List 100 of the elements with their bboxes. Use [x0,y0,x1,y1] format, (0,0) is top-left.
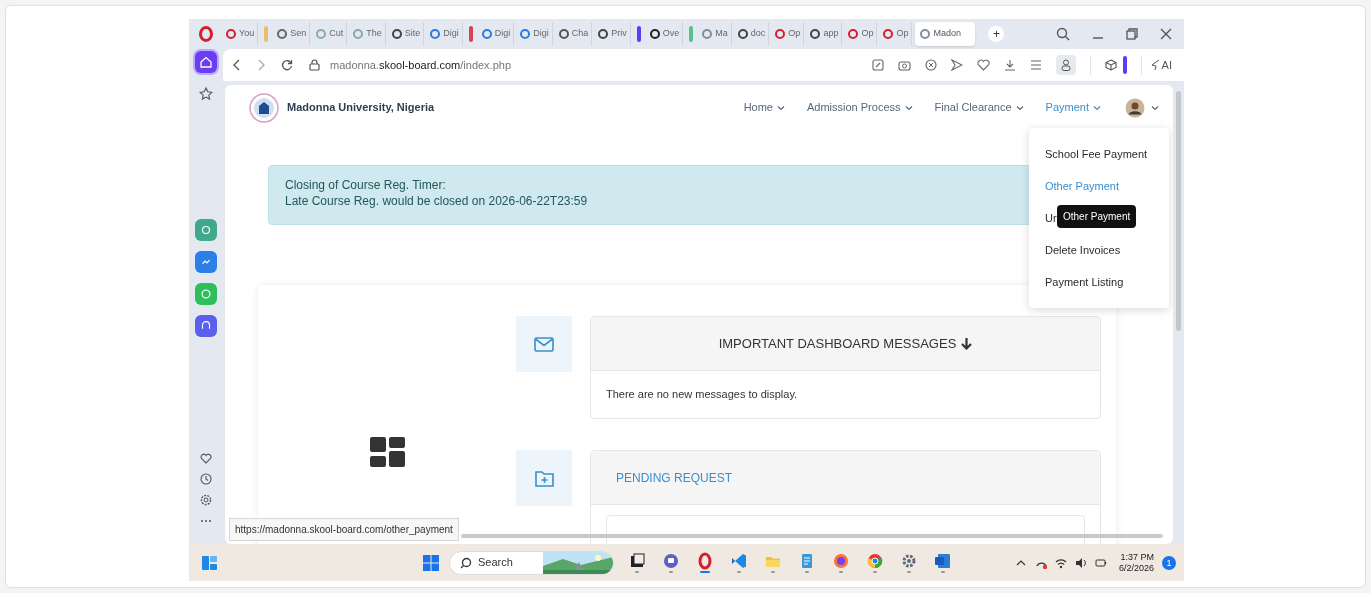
browser-tab[interactable]: Digi [517,22,553,46]
favicon-icon [702,29,713,39]
dropdown-item[interactable]: Payment Listing [1045,266,1124,298]
browser-tab[interactable]: Op [880,22,913,46]
browser-tab[interactable]: Madon [915,22,976,46]
volume-icon[interactable] [1074,556,1087,569]
favicon-icon [481,29,492,39]
tab-group-marker[interactable] [689,26,694,42]
cube-icon[interactable] [1104,59,1117,71]
profile-button[interactable] [1055,55,1076,75]
start-icon[interactable] [423,554,439,571]
panel-title: PENDING REQUEST [616,469,732,487]
task-view-icon[interactable] [628,552,646,570]
back-icon[interactable] [233,59,241,71]
browser-tab[interactable]: Digi [478,22,515,46]
tab-group-marker[interactable] [468,26,473,42]
clock-icon[interactable] [200,473,212,485]
browser-tab[interactable]: Site [388,22,425,46]
opera-logo[interactable] [199,26,213,42]
status-url: https://madonna.skool-board.com/other_payment [229,518,459,541]
video-chat-icon[interactable] [662,552,680,570]
browser-tab[interactable]: You [223,22,259,46]
browser-tab[interactable]: app [807,22,843,46]
wifi-icon[interactable] [1054,556,1067,569]
search-field[interactable]: Search [449,550,614,575]
favicon-icon [316,29,327,39]
alert-text: Closing of Course Reg. Timer: [285,177,446,193]
sidebar-button[interactable] [195,315,217,337]
tab-group-marker[interactable] [264,26,269,42]
sidebar-button[interactable] [195,219,217,241]
arrow-down-icon [961,337,973,350]
favicon-icon [391,29,402,39]
restore-icon[interactable] [1126,28,1138,40]
favicon-icon [598,29,609,39]
nav-link[interactable]: Admission Process [807,99,913,116]
panel-title: IMPORTANT DASHBOARD MESSAGES [718,334,957,353]
reload-icon[interactable] [281,59,293,71]
favicon-icon [430,29,441,39]
dropdown-item[interactable]: School Fee Payment [1045,138,1148,170]
new-tab-button[interactable]: + [988,26,1005,42]
browser-tab[interactable]: The [350,22,386,46]
browser-tab[interactable]: Cut [313,22,348,46]
browser-tab[interactable]: Digi [427,22,463,46]
search-icon[interactable] [1056,27,1070,41]
settings-icon[interactable] [200,494,212,506]
chevron-down-icon [1093,104,1101,111]
chevron-down-icon [777,104,785,111]
opera-icon[interactable] [696,552,714,570]
firefox-icon[interactable] [832,552,850,570]
heart-icon[interactable] [976,59,990,71]
code-editor-icon[interactable] [730,552,748,570]
favicon-icon [558,29,569,39]
notification-badge[interactable]: 1 [1162,555,1176,570]
clock-button[interactable]: 1:37 PM 6/2/2026 [1118,551,1154,574]
heart-icon[interactable] [200,452,212,464]
address-field[interactable]: madonna.skool-board.com/index.php [330,56,856,74]
settings-icon[interactable] [900,552,918,570]
close-icon[interactable] [1160,28,1172,40]
browser-tab[interactable]: doc [734,22,770,46]
download-icon[interactable] [1003,59,1016,71]
browser-tab[interactable]: Cha [555,22,593,46]
sidebar-button[interactable] [195,51,217,73]
battery-icon[interactable] [1094,556,1107,569]
chrome-icon[interactable] [866,552,884,570]
star-icon [198,86,214,102]
search-icon [460,556,472,569]
nav-link[interactable]: Payment [1045,99,1101,116]
sidebar-button[interactable] [195,251,217,273]
browser-tab[interactable]: Priv [595,22,631,46]
nav-link[interactable]: Home [743,99,785,116]
university-logo [249,92,279,123]
dropdown-item[interactable]: Ur [1045,202,1057,234]
panel-message: There are no new messages to display. [606,387,798,403]
accent-bar [1122,56,1127,74]
favicon-icon [737,29,748,39]
browser-tab[interactable]: Op [845,22,878,46]
avatar-menu[interactable] [1125,97,1159,118]
edit-icon[interactable] [871,59,884,71]
shield-icon[interactable] [924,59,937,71]
camera-icon[interactable] [897,59,911,71]
tab-group-marker[interactable] [636,26,641,42]
browser-tab[interactable]: Ma [699,22,732,46]
site-title: Madonna University, Nigeria [287,100,435,116]
chevron-down-icon [1015,104,1024,111]
browser-tab[interactable]: Op [772,22,805,46]
widgets-icon[interactable] [201,554,218,571]
browser-tab[interactable]: Sen [274,22,311,46]
dropdown-item[interactable]: Other Payment [1045,170,1119,202]
word-icon[interactable] [934,552,952,570]
nav-link[interactable]: Final Clearance [934,99,1024,116]
lock-icon [309,59,320,71]
dashboard-icon [369,437,405,467]
send-icon[interactable] [950,59,963,71]
ai-button[interactable]: AI [1149,56,1172,74]
favicon-icon [649,29,660,39]
favicon-icon [810,29,821,39]
browser-tab[interactable]: Ove [646,22,684,46]
horizontal-scrollbar[interactable] [461,534,1163,538]
dropdown-item[interactable]: Delete Invoices [1045,234,1121,266]
folder-plus-icon [534,469,554,487]
